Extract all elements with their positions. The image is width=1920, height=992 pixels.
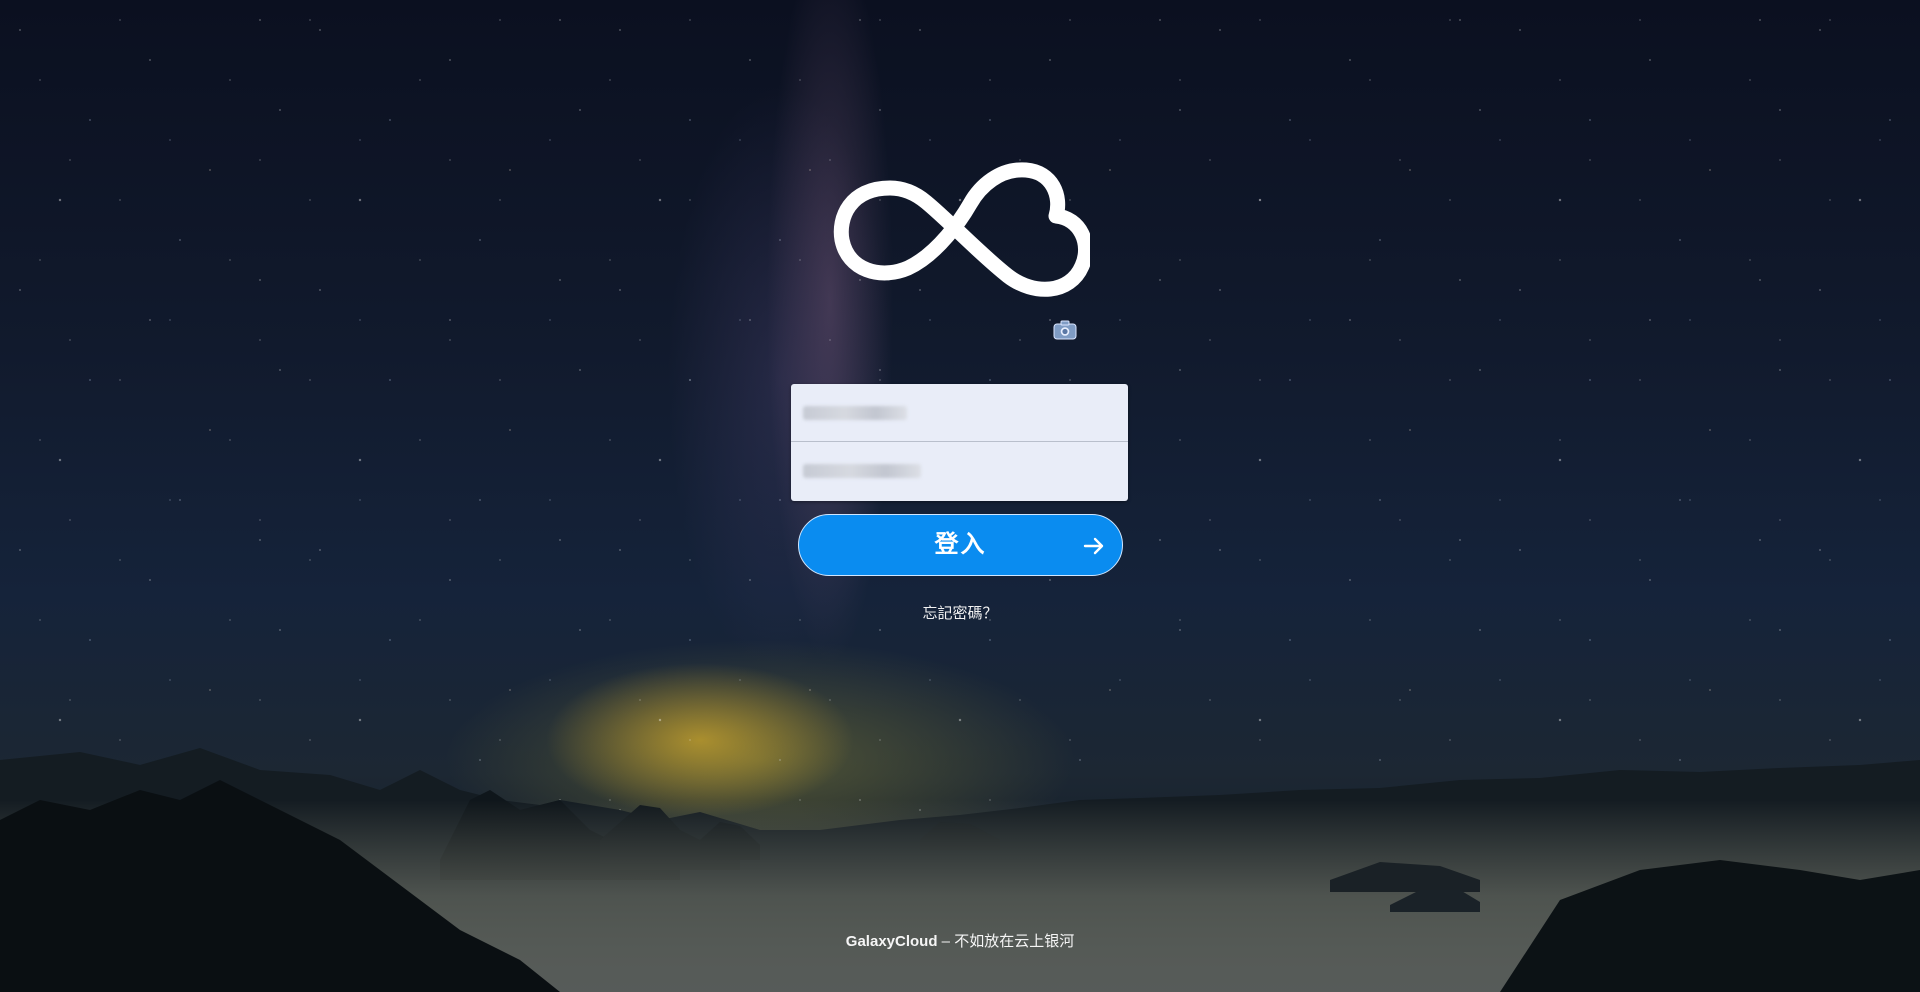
cloud-infinity-logo [833, 162, 1090, 297]
footer-brand: GalaxyCloud [845, 933, 938, 950]
camera-icon [1053, 320, 1077, 340]
password-value-redacted [803, 464, 921, 478]
footer: GalaxyCloud – 不如放在云上银河 [760, 930, 1160, 951]
camera-button[interactable] [1053, 320, 1077, 340]
forgot-password-link[interactable]: 忘記密碼？ [860, 602, 1060, 623]
footer-separator: – [937, 933, 955, 950]
arrow-right-icon [1083, 537, 1104, 555]
username-value-redacted [803, 406, 907, 420]
login-button-label: 登入 [934, 531, 987, 558]
login-button[interactable]: 登入 [798, 514, 1123, 576]
login-form [791, 384, 1128, 501]
footer-tagline: 不如放在云上银河 [954, 933, 1075, 950]
